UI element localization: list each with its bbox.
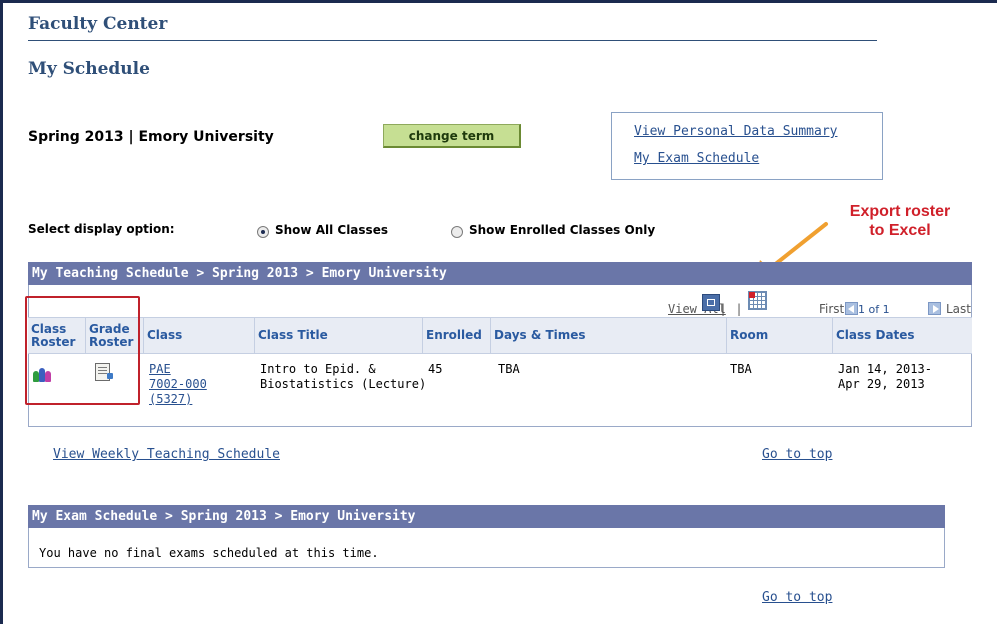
class-title: Intro to Epid. & Biostatistics (Lecture)	[260, 362, 427, 391]
class-link[interactable]: PAE 7002-000 (5327)	[149, 362, 207, 407]
col-days-times: Days & Times	[490, 317, 726, 354]
export-annotation: Export roster to Excel	[830, 202, 970, 240]
view-personal-data-link[interactable]: View Personal Data Summary	[634, 124, 838, 139]
col-room: Room	[726, 317, 832, 354]
col-class-dates: Class Dates	[832, 317, 972, 354]
show-enrolled-only-label[interactable]: Show Enrolled Classes Only	[469, 223, 655, 237]
show-all-classes-radio[interactable]	[257, 226, 269, 238]
col-enrolled: Enrolled	[422, 317, 490, 354]
go-to-top-link[interactable]: Go to top	[762, 447, 832, 462]
my-exam-schedule-link[interactable]: My Exam Schedule	[634, 151, 759, 166]
enrolled-count: 45	[428, 362, 443, 376]
roster-highlight-box	[25, 296, 140, 405]
term-label: Spring 2013 | Emory University	[28, 129, 274, 145]
display-option-label: Select display option:	[28, 222, 175, 236]
zoom-grid-icon[interactable]	[702, 294, 720, 311]
class-dates: Jan 14, 2013- Apr 29, 2013	[838, 362, 932, 391]
show-all-classes-label[interactable]: Show All Classes	[275, 223, 388, 237]
nav-separator: |	[737, 302, 742, 316]
page-count: 1 of 1	[858, 303, 890, 316]
days-times: TBA	[498, 362, 520, 376]
page-title: My Schedule	[28, 59, 150, 79]
excel-export-icon[interactable]	[748, 291, 767, 310]
go-to-top-link[interactable]: Go to top	[762, 590, 832, 605]
next-page-icon[interactable]	[928, 302, 941, 315]
change-term-button[interactable]: change term	[383, 124, 521, 148]
view-weekly-schedule-link[interactable]: View Weekly Teaching Schedule	[53, 447, 280, 462]
nav-separator: |	[721, 302, 726, 316]
previous-page-icon[interactable]	[845, 302, 858, 315]
no-exams-message: You have no final exams scheduled at thi…	[39, 546, 379, 560]
header-divider	[28, 40, 877, 41]
col-class-title: Class Title	[254, 317, 422, 354]
window-frame-top	[0, 0, 997, 3]
show-enrolled-only-radio[interactable]	[451, 226, 463, 238]
window-frame-left	[0, 0, 3, 624]
exam-schedule-header: My Exam Schedule > Spring 2013 > Emory U…	[28, 505, 945, 528]
app-title: Faculty Center	[28, 14, 168, 34]
col-class: Class	[143, 317, 254, 354]
annotation-line-2: to Excel	[869, 222, 931, 239]
quick-links-box: View Personal Data Summary My Exam Sched…	[611, 112, 883, 180]
annotation-line-1: Export roster	[849, 203, 951, 220]
last-label: Last	[946, 302, 971, 316]
teaching-schedule-header: My Teaching Schedule > Spring 2013 > Emo…	[28, 262, 972, 285]
room: TBA	[730, 362, 752, 376]
first-label: First	[819, 302, 845, 316]
